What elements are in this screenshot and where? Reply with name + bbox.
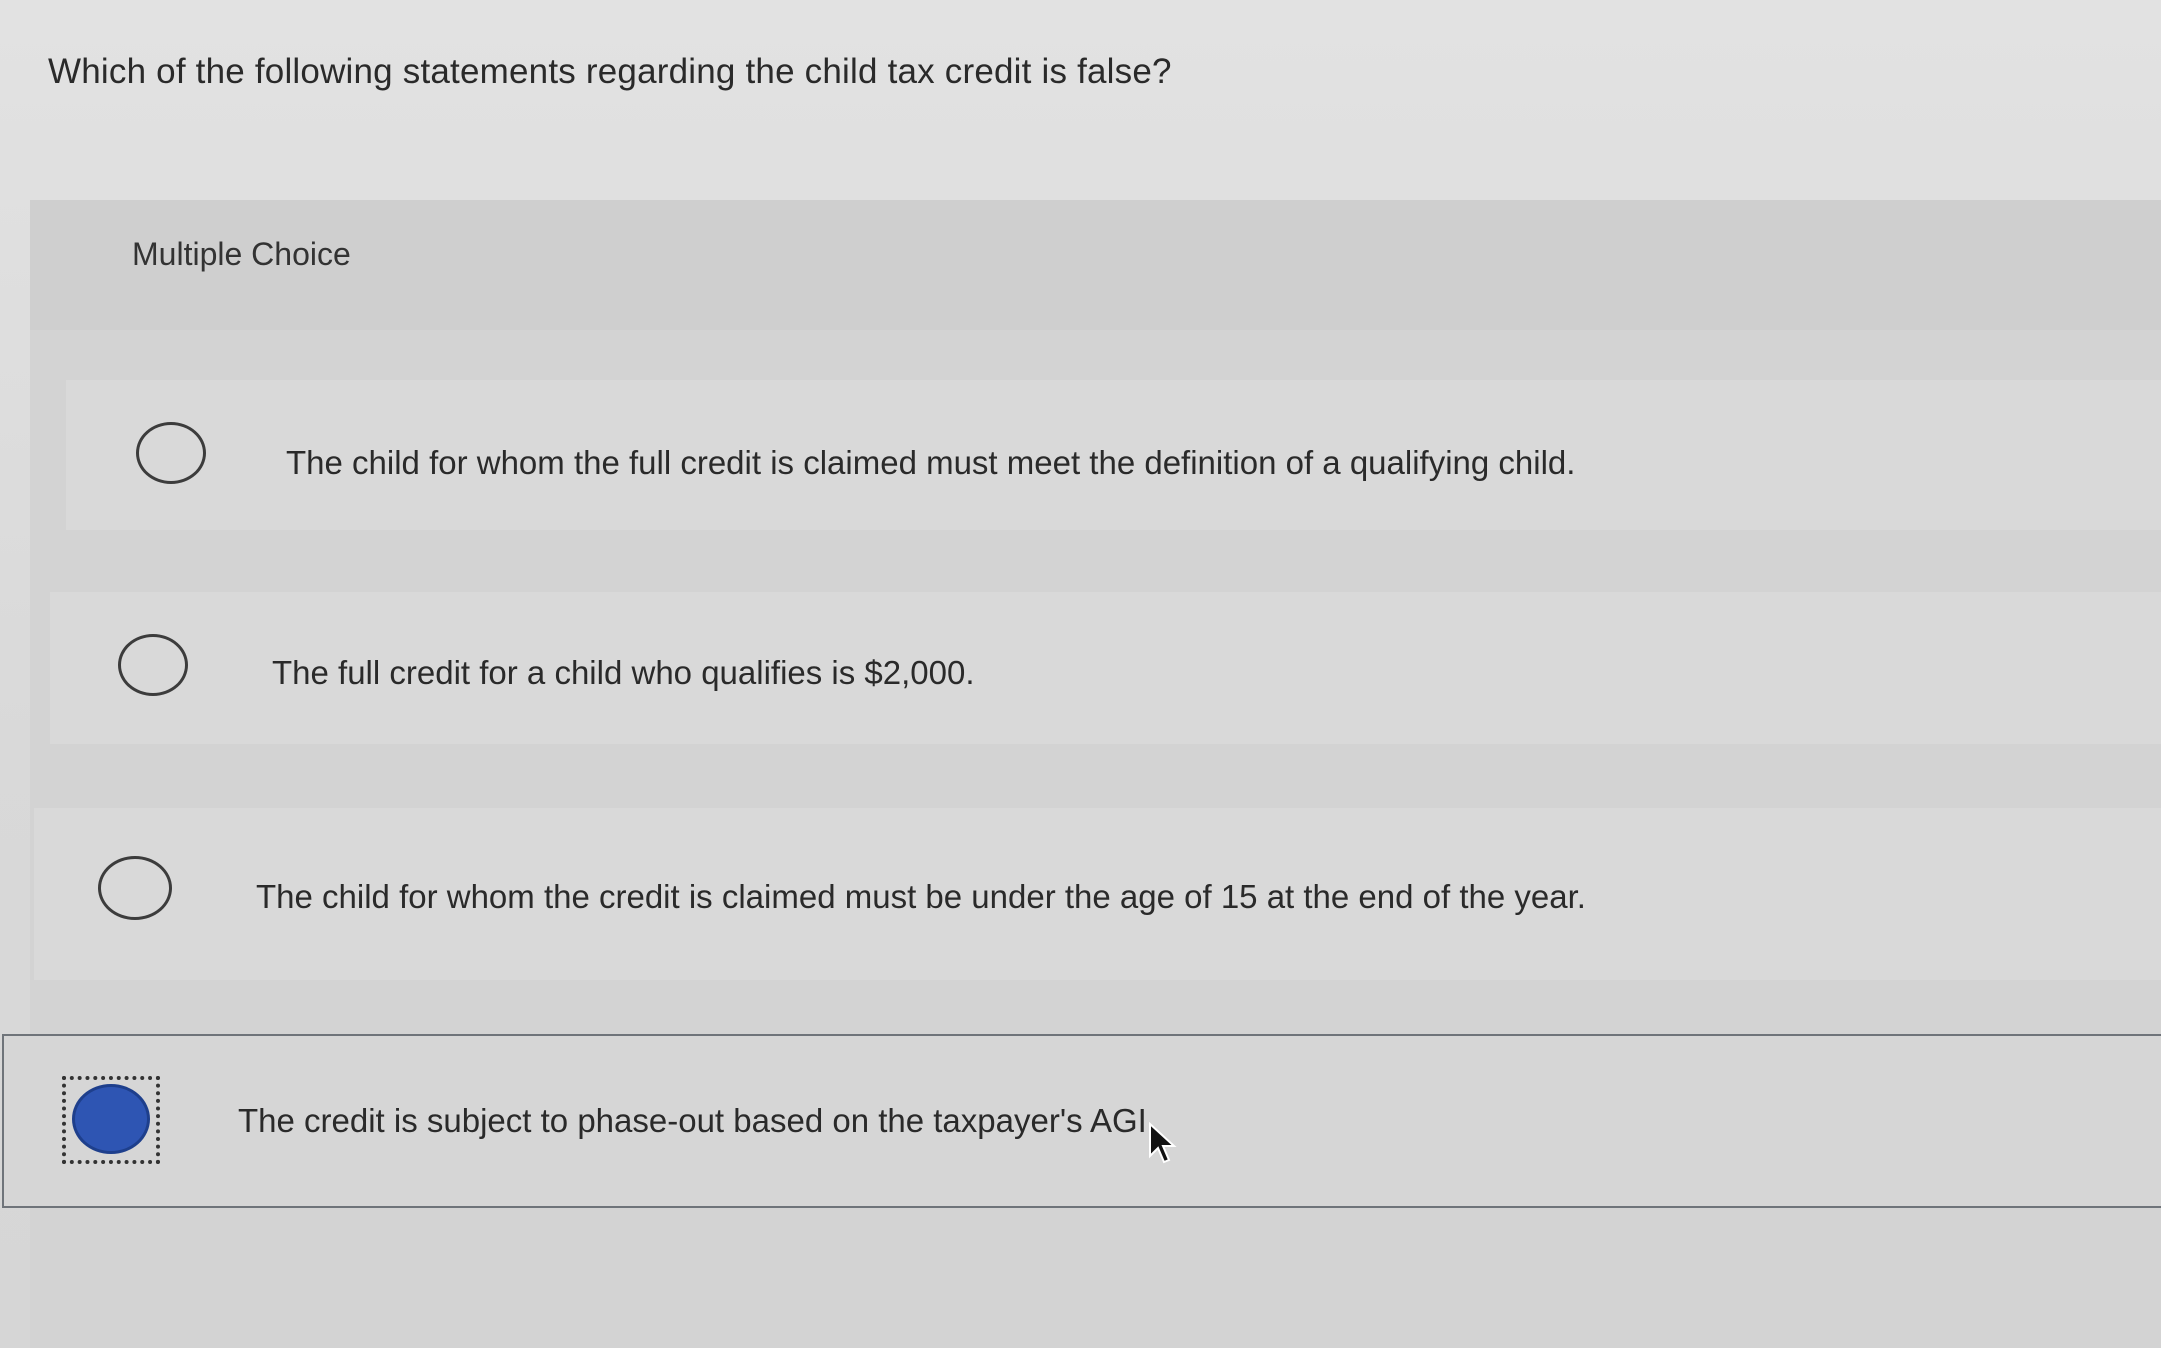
answer-option-4-text: The credit is subject to phase-out based… (238, 1102, 1156, 1139)
answer-option-2-text: The full credit for a child who qualifie… (272, 654, 975, 691)
radio-button-option-3[interactable] (98, 856, 172, 920)
answer-option-3-text: The child for whom the credit is claimed… (256, 878, 1586, 915)
question-text: Which of the following statements regard… (48, 52, 1172, 91)
radio-button-option-2[interactable] (118, 634, 188, 696)
mouse-pointer-icon (1149, 1122, 1177, 1164)
radio-button-option-4-selected[interactable] (72, 1084, 150, 1154)
quiz-page: Which of the following statements regard… (0, 0, 2161, 1348)
radio-button-option-1[interactable] (136, 422, 206, 484)
multiple-choice-label: Multiple Choice (132, 236, 351, 272)
answer-option-1-text: The child for whom the full credit is cl… (286, 444, 1576, 481)
